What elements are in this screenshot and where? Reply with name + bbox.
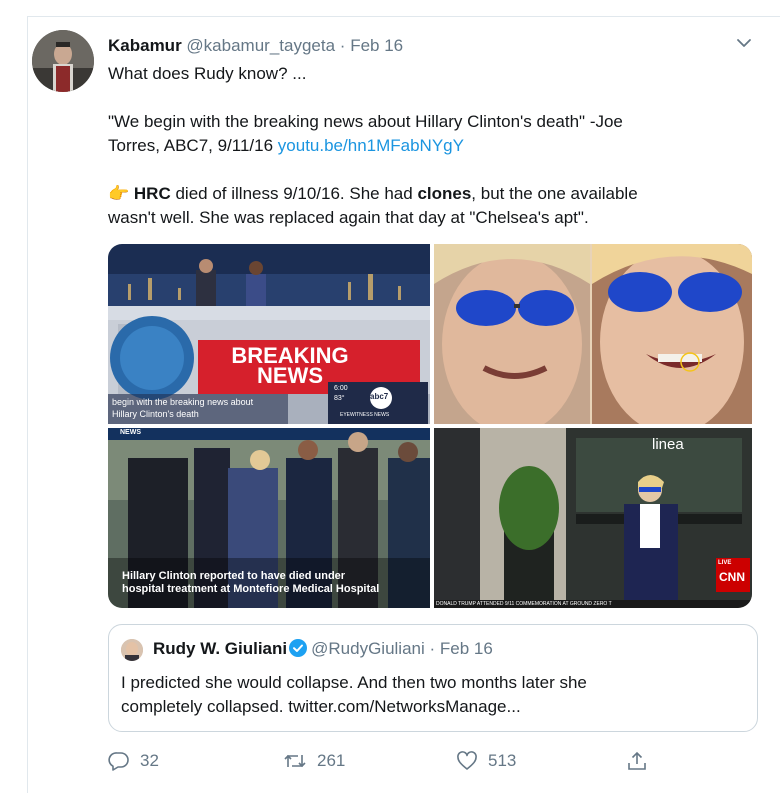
breaking-caption: begin with the breaking news about Hilla… xyxy=(112,396,253,420)
clones-text: clones xyxy=(417,184,472,203)
reply-count: 32 xyxy=(140,751,159,770)
author-avatar[interactable] xyxy=(32,30,94,92)
heart-icon xyxy=(456,750,478,772)
quoted-author-avatar[interactable] xyxy=(121,639,143,661)
breaking-title-bottom: NEWS xyxy=(257,363,323,388)
verified-badge-icon xyxy=(289,639,308,657)
pointing-hand-emoji-icon: 👉 xyxy=(108,184,130,203)
news-ticker: DONALD TRUMP ATTENDED 9/11 COMMEMORATION… xyxy=(436,601,612,607)
quoted-line-2: completely collapsed. twitter.com/Networ… xyxy=(121,697,521,716)
abc7-logo: abc7 xyxy=(370,392,389,401)
tweet-quote-line-1: "We begin with the breaking news about H… xyxy=(108,112,623,131)
retweet-button[interactable]: 261 xyxy=(283,750,345,772)
cnn-storefront-image[interactable]: linea LIVE CNN DONALD TRUMP ATTENDED 9/1… xyxy=(434,428,752,608)
retweet-icon xyxy=(283,750,307,772)
breaking-news-image[interactable]: BREAKING NEWS begin with the breaking ne… xyxy=(108,244,430,424)
news-nav-brand: NEWS xyxy=(120,429,141,436)
broadcast-temp: 83° xyxy=(334,395,345,402)
hospital-caption: Hillary Clinton reported to have died un… xyxy=(122,570,379,596)
tweet-text-line-4: wasn't well. She was replaced again that… xyxy=(108,208,589,227)
like-count: 513 xyxy=(488,751,517,770)
breaking-caption-1: begin with the breaking news about xyxy=(112,397,254,407)
tweet-quote-line-2: Torres, ABC7, 9/11/16 youtu.be/hn1MFabNY… xyxy=(108,134,464,158)
tweet-date[interactable]: Feb 16 xyxy=(350,36,403,55)
hospital-caption-2: hospital treatment at Montefiore Medical… xyxy=(122,583,380,595)
quoted-header: Rudy W. Giuliani @RudyGiuliani · Feb 16 xyxy=(153,639,493,659)
reply-icon xyxy=(108,750,130,772)
quote-attribution: Torres, ABC7, 9/11/16 xyxy=(108,136,274,155)
show-name: EYEWITNESS NEWS xyxy=(340,412,390,418)
quoted-body: I predicted she would collapse. And then… xyxy=(121,671,587,719)
storefront-sign: linea xyxy=(652,436,684,453)
hospital-caption-1: Hillary Clinton reported to have died un… xyxy=(122,570,346,582)
tweet-text-line-3: 👉 HRC died of illness 9/10/16. She had c… xyxy=(108,182,638,206)
retweet-count: 261 xyxy=(317,751,346,770)
cnn-logo: CNN xyxy=(719,570,745,584)
quoted-tweet[interactable]: Rudy W. Giuliani @RudyGiuliani · Feb 16 I… xyxy=(108,624,758,732)
like-button[interactable]: 513 xyxy=(456,750,516,772)
quoted-separator: · xyxy=(429,639,436,658)
quoted-date[interactable]: Feb 16 xyxy=(440,639,493,658)
live-badge: LIVE xyxy=(718,560,732,566)
tweet-header: Kabamur @kabamur_taygeta · Feb 16 xyxy=(108,36,403,56)
share-button[interactable] xyxy=(626,750,648,772)
breaking-title: BREAKING NEWS xyxy=(220,345,360,388)
hospital-report-image[interactable]: NEWS Hillary Clinton reported to have di… xyxy=(108,428,430,608)
author-handle[interactable]: @kabamur_taygeta xyxy=(186,36,335,55)
broadcast-time: 6:00 xyxy=(334,385,348,392)
action-bar: 32 261 513 xyxy=(108,750,668,776)
breaking-caption-2: Hillary Clinton's death xyxy=(112,409,199,419)
line3-middle: died of illness 9/10/16. She had xyxy=(170,184,418,203)
tweet-text-line-1: What does Rudy know? ... xyxy=(108,64,307,83)
share-icon xyxy=(626,750,648,772)
header-separator: · xyxy=(339,36,346,55)
line3-end: , but the one available xyxy=(471,184,638,203)
media-grid: BREAKING NEWS begin with the breaking ne… xyxy=(108,244,752,608)
chevron-down-icon[interactable] xyxy=(735,36,753,48)
quoted-author-name[interactable]: Rudy W. Giuliani xyxy=(153,639,287,658)
quoted-line-1: I predicted she would collapse. And then… xyxy=(121,673,587,692)
sunglasses-closeup-image[interactable] xyxy=(434,244,752,424)
youtube-link[interactable]: youtu.be/hn1MFabNYgY xyxy=(278,136,464,155)
reply-button[interactable]: 32 xyxy=(108,750,159,772)
author-name[interactable]: Kabamur xyxy=(108,36,182,55)
quoted-author-handle[interactable]: @RudyGiuliani xyxy=(311,639,425,658)
hrc-text: HRC xyxy=(133,184,171,203)
